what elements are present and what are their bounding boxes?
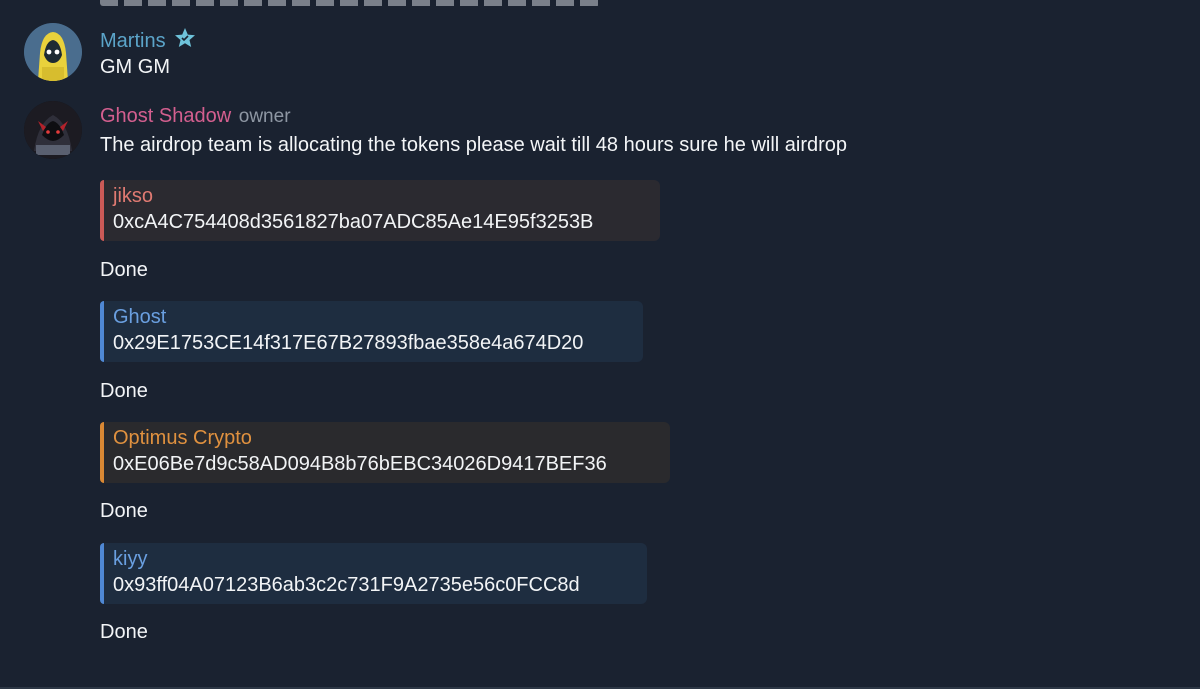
author-name-row: Martins — [100, 26, 197, 56]
quote-author: jikso — [113, 185, 154, 207]
message-text: The airdrop team is allocating the token… — [100, 134, 848, 156]
previous-message-clipped — [100, 0, 620, 6]
avatar-martins[interactable] — [24, 23, 82, 81]
message-text: Done — [100, 500, 148, 522]
reply-quote[interactable]: kiyy 0x93ff04A07123B6ab3c2c731F9A2735e56… — [100, 543, 647, 604]
chat-window: Martins GM GM Ghost Shadow owner The air… — [0, 0, 1200, 689]
author-name-row: Ghost Shadow owner — [100, 104, 291, 129]
reply-quote[interactable]: Optimus Crypto 0xE06Be7d9c58AD094B8b76bE… — [100, 422, 670, 483]
clipped-text-line — [100, 0, 600, 6]
quote-author: kiyy — [113, 548, 148, 570]
quote-text: 0x93ff04A07123B6ab3c2c731F9A2735e56c0FCC… — [113, 574, 580, 596]
quote-author: Ghost — [113, 306, 167, 328]
role-badge: owner — [238, 106, 291, 127]
quote-text: 0xcA4C754408d3561827ba07ADC85Ae14E95f325… — [113, 211, 594, 233]
star-icon — [173, 26, 197, 56]
message-text: Done — [100, 259, 148, 281]
reply-quote[interactable]: Ghost 0x29E1753CE14f317E67B27893fbae358e… — [100, 301, 643, 362]
quote-text: 0x29E1753CE14f317E67B27893fbae358e4a674D… — [113, 332, 584, 354]
avatar-ghost-shadow[interactable] — [24, 101, 82, 159]
message-text: Done — [100, 621, 148, 643]
quote-author: Optimus Crypto — [113, 427, 252, 449]
quote-text: 0xE06Be7d9c58AD094B8b76bEBC34026D9417BEF… — [113, 453, 607, 475]
author-name[interactable]: Ghost Shadow — [100, 105, 231, 127]
message-text: GM GM — [100, 56, 170, 78]
message-text: Done — [100, 380, 148, 402]
author-name[interactable]: Martins — [100, 30, 166, 52]
reply-quote[interactable]: jikso 0xcA4C754408d3561827ba07ADC85Ae14E… — [100, 180, 660, 241]
